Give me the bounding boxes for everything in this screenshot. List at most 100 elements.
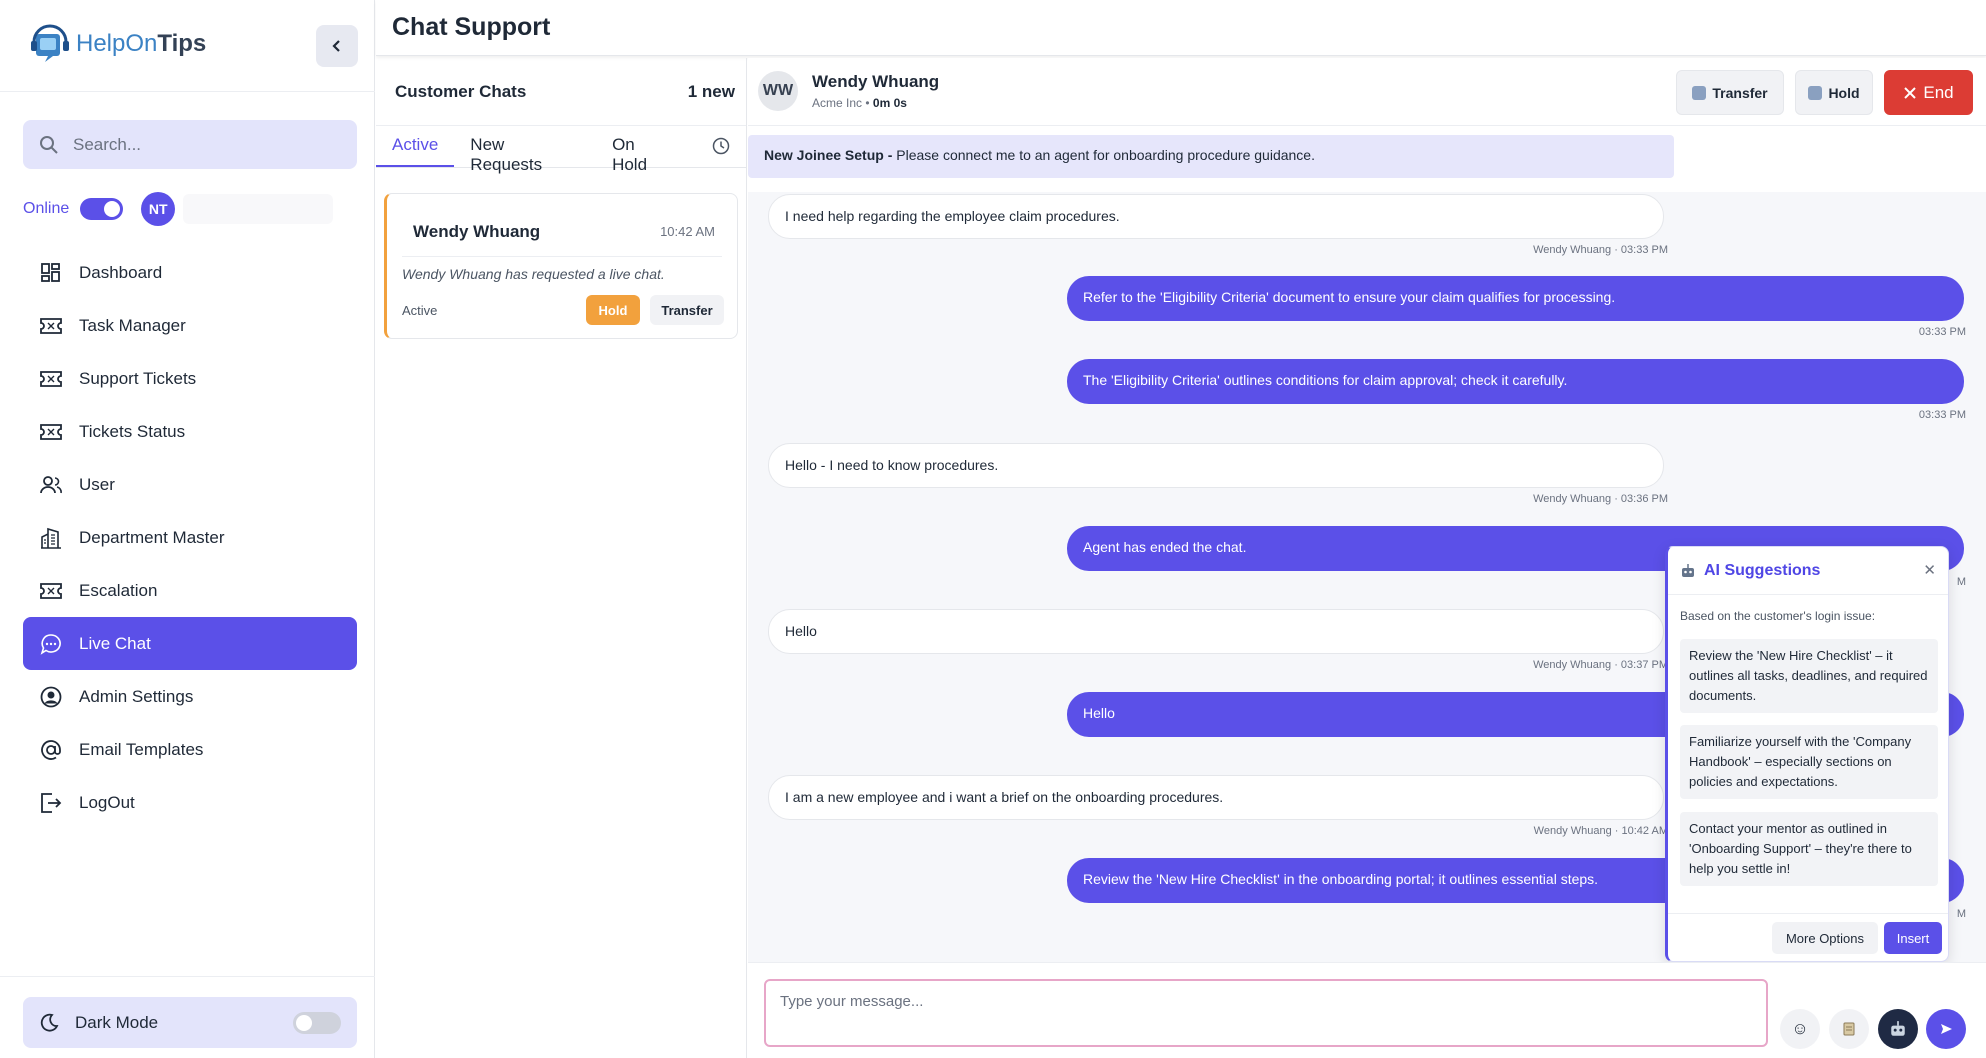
customer-company: Acme Inc — [812, 96, 863, 110]
notepad-icon — [1843, 1022, 1855, 1036]
sidebar-item-dashboard[interactable]: Dashboard — [23, 246, 357, 299]
sidebar-nav: Dashboard Task Manager Support Tickets T… — [23, 246, 357, 829]
message-meta: Wendy Whuang · 03:37 PM — [1533, 659, 1668, 671]
agent-avatar[interactable]: NT — [141, 192, 176, 226]
chat-card-time: 10:42 AM — [660, 224, 715, 239]
transfer-label: Transfer — [1712, 84, 1768, 101]
message-input[interactable] — [764, 979, 1768, 1047]
sidebar-item-label: Live Chat — [79, 633, 151, 653]
tab-new-requests[interactable]: New Requests — [454, 125, 596, 174]
ticket-icon — [39, 314, 63, 338]
sidebar: HelpOnTips Online NT Dashboard Task Mana… — [0, 0, 375, 1058]
ai-suggestions-panel: AI Suggestions ✕ Based on the customer's… — [1665, 546, 1949, 962]
sidebar-item-task-manager[interactable]: Task Manager — [23, 299, 357, 352]
notes-button[interactable] — [1829, 1009, 1869, 1049]
close-icon — [1904, 86, 1917, 99]
sidebar-item-escalation[interactable]: Escalation — [23, 564, 357, 617]
page-header: Chat Support — [376, 0, 1986, 56]
new-chats-count: 1 new — [687, 81, 735, 101]
dashboard-icon — [39, 261, 63, 285]
send-button[interactable] — [1926, 1009, 1966, 1049]
chat-topic-banner: New Joinee Setup - Please connect me to … — [748, 135, 1674, 178]
ai-suggestion-item[interactable]: Contact your mentor as outlined in 'Onbo… — [1680, 812, 1938, 886]
emoji-icon: ☺ — [1791, 1019, 1809, 1038]
dark-mode-control[interactable]: Dark Mode — [23, 997, 357, 1048]
search-box — [23, 120, 357, 169]
ai-assist-button[interactable] — [1878, 1009, 1918, 1049]
chat-tabs: Active New Requests On Hold — [376, 125, 746, 174]
message-composer: ☺ — [748, 962, 1986, 1058]
more-options-button[interactable]: More Options — [1772, 922, 1878, 954]
chat-card-message: Wendy Whuang has requested a live chat. — [402, 266, 665, 282]
transfer-button[interactable]: Transfer — [1676, 70, 1784, 115]
sidebar-item-label: Tickets Status — [79, 421, 186, 441]
sidebar-item-support-tickets[interactable]: Support Tickets — [23, 352, 357, 405]
dark-mode-row: Dark Mode — [0, 976, 375, 1058]
robot-icon — [1891, 1021, 1905, 1036]
message-meta: 03:33 PM — [1918, 326, 1966, 338]
sidebar-item-tickets-status[interactable]: Tickets Status — [23, 405, 357, 458]
ticket-icon — [39, 367, 63, 391]
clock-icon — [712, 137, 730, 155]
robot-icon — [1682, 563, 1694, 577]
sidebar-item-user[interactable]: User — [23, 458, 357, 511]
chat-duration: 0m 0s — [872, 96, 907, 110]
tab-on-hold[interactable]: On Hold — [596, 125, 690, 174]
sidebar-item-live-chat[interactable]: Live Chat — [23, 617, 357, 670]
sidebar-item-label: Department Master — [79, 527, 225, 547]
moon-icon — [40, 1013, 59, 1032]
tab-active[interactable]: Active — [376, 125, 455, 167]
ai-suggestions-footer: More Options Insert — [1668, 913, 1948, 963]
chat-card-hold-button[interactable]: Hold — [586, 295, 640, 325]
customer-meta: Acme Inc • 0m 0s — [812, 96, 907, 110]
tab-history[interactable] — [696, 125, 746, 167]
page-title: Chat Support — [392, 13, 551, 41]
online-toggle[interactable] — [80, 198, 124, 220]
ai-suggestion-item[interactable]: Review the 'New Hire Checklist' – it out… — [1680, 639, 1938, 713]
agent-message: The 'Eligibility Criteria' outlines cond… — [1067, 359, 1964, 404]
topic-text: Please connect me to an agent for onboar… — [896, 147, 1315, 163]
ai-suggestion-item[interactable]: Familiarize yourself with the 'Company H… — [1680, 725, 1938, 799]
sidebar-item-logout[interactable]: LogOut — [23, 776, 357, 829]
topic-title: New Joinee Setup - — [764, 147, 893, 163]
sidebar-item-label: LogOut — [79, 792, 135, 812]
agent-name-placeholder — [183, 194, 334, 224]
chevron-left-icon — [332, 40, 340, 52]
customer-chats-header: Customer Chats 1 new — [376, 58, 746, 126]
headset-logo-icon — [31, 24, 69, 62]
close-icon[interactable]: ✕ — [1923, 561, 1936, 579]
sidebar-item-label: Support Tickets — [79, 368, 197, 388]
search-icon — [40, 135, 58, 154]
ai-suggestions-header: AI Suggestions ✕ — [1668, 547, 1948, 595]
insert-button[interactable]: Insert — [1884, 922, 1942, 954]
ticket-icon — [39, 579, 63, 603]
end-label: End — [1923, 82, 1954, 102]
sidebar-item-label: Task Manager — [79, 315, 186, 335]
customer-name: Wendy Whuang — [812, 72, 940, 91]
brand-name: HelpOnTips — [76, 30, 207, 57]
transfer-icon — [1692, 85, 1707, 100]
sidebar-item-label: Email Templates — [79, 739, 204, 759]
hold-button[interactable]: Hold — [1795, 70, 1873, 115]
sidebar-item-admin-settings[interactable]: Admin Settings — [23, 670, 357, 723]
brand-logo[interactable]: HelpOnTips — [28, 22, 206, 66]
online-label: Online — [23, 200, 70, 217]
sidebar-item-email-templates[interactable]: Email Templates — [23, 723, 357, 776]
sidebar-item-department-master[interactable]: Department Master — [23, 511, 357, 564]
dark-mode-toggle[interactable] — [293, 1012, 341, 1034]
search-input[interactable] — [73, 134, 333, 155]
sidebar-item-label: Admin Settings — [79, 686, 194, 706]
chat-card-transfer-button[interactable]: Transfer — [650, 295, 724, 325]
chat-bubble-icon — [39, 632, 63, 656]
at-sign-icon — [39, 738, 63, 762]
collapse-sidebar-button[interactable] — [316, 25, 358, 67]
message-meta: Wendy Whuang · 03:36 PM — [1533, 493, 1668, 505]
emoji-button[interactable]: ☺ — [1780, 1009, 1820, 1049]
agent-message: Refer to the 'Eligibility Criteria' docu… — [1067, 276, 1964, 321]
message-meta: Wendy Whuang · 10:42 AM — [1533, 825, 1668, 837]
conversation-panel: WW Wendy Whuang Acme Inc • 0m 0s Transfe… — [748, 58, 1986, 1058]
chat-card-name: Wendy Whuang — [413, 222, 541, 241]
chat-card[interactable]: Wendy Whuang 10:42 AM Wendy Whuang has r… — [384, 193, 738, 339]
end-chat-button[interactable]: End — [1884, 70, 1973, 115]
chat-card-status: Active — [402, 303, 438, 318]
